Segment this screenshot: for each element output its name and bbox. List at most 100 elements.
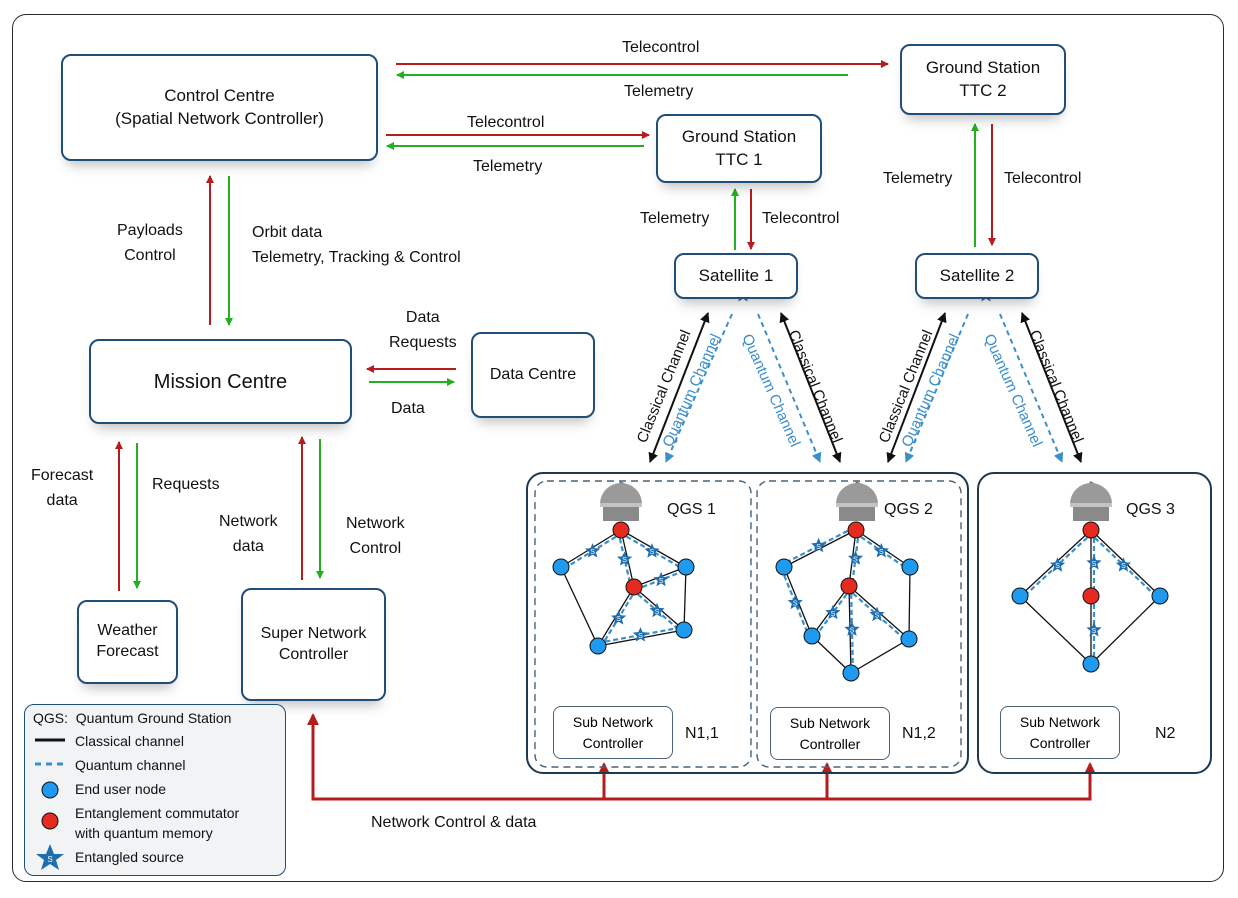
label-telecontrol-gs2: Telecontrol (622, 39, 700, 56)
mission-centre-box[interactable]: Mission Centre (89, 339, 352, 424)
ground-station-ttc1-box[interactable]: Ground Station TTC 1 (656, 114, 822, 183)
legend-commutator: Entanglement commutator with quantum mem… (75, 805, 240, 842)
dome-top (600, 483, 642, 504)
ground-station-ttc2-box[interactable]: Ground Station TTC 2 (900, 44, 1066, 115)
legend-end-user: End user node (75, 781, 167, 797)
entangled-source-glyph: S (879, 549, 884, 556)
dome-base (839, 507, 875, 521)
classical-link (850, 638, 910, 674)
end-user-node-icon (41, 781, 59, 799)
observatory-dome-icon (1070, 481, 1112, 521)
quantum-networks: S S S S S S S S S S S S S S S S S S (552, 481, 1169, 682)
commutator-node-icon (41, 812, 59, 830)
super-network-controller-label: Super Network Controller (260, 624, 367, 663)
legend-classical-line-icon (35, 738, 65, 742)
classical-link (908, 566, 911, 640)
subnet-id-n11: N1,1 (685, 725, 719, 742)
entangled-source-glyph: S (659, 578, 664, 585)
label-telecontrol-sat2: Telecontrol (1004, 170, 1082, 187)
svg-text:S: S (47, 855, 52, 864)
dome-top (836, 483, 878, 504)
dome-band (836, 503, 878, 507)
legend-classical: Classical channel (75, 733, 184, 749)
dome-top (1070, 483, 1112, 504)
super-network-controller-box[interactable]: Super Network Controller (241, 588, 386, 701)
end-user-node (1011, 587, 1029, 605)
data-centre-label: Data Centre (489, 365, 577, 383)
entangled-source-glyph: S (1055, 563, 1060, 570)
label-orbit-data: Orbit data Telemetry, Tracking & Control (252, 224, 461, 266)
satellite-2-box[interactable]: Satellite 2 (915, 253, 1039, 299)
classical-link (1019, 595, 1092, 665)
classical-link (1090, 595, 1161, 665)
label-requests: Requests (152, 476, 220, 493)
legend-source: Entangled source (75, 849, 184, 865)
control-centre-box[interactable]: Control Centre (Spatial Network Controll… (61, 54, 378, 161)
qgs-3-label: QGS 3 (1126, 501, 1175, 518)
label-network-control-data: Network Control & data (371, 814, 537, 831)
classical-link (683, 566, 687, 631)
observatory-dome-icon (836, 481, 878, 521)
dome-band (1070, 503, 1112, 507)
label-telecontrol-gs1: Telecontrol (467, 114, 545, 131)
commutator-node (1082, 587, 1100, 605)
sub-network-controller-n12[interactable]: Sub Network Controller (770, 707, 890, 760)
satellite-1-label: Satellite 1 (698, 265, 774, 285)
commutator-node (840, 577, 858, 595)
label-telecontrol-sat1: Telecontrol (762, 210, 840, 227)
end-user-node (1082, 655, 1100, 673)
label-telemetry-gs1: Telemetry (473, 158, 543, 175)
label-telemetry-sat1: Telemetry (640, 210, 710, 227)
satellite-1-box[interactable]: Satellite 1 (674, 253, 798, 299)
legend-qgs: QGS: Quantum Ground Station (33, 710, 232, 726)
label-data: Data (391, 400, 425, 417)
label-network-data: Network data (219, 513, 278, 555)
commutator-node (847, 521, 865, 539)
qgs-1-label: QGS 1 (667, 501, 716, 518)
sub-network-controller-n2[interactable]: Sub Network Controller (1000, 706, 1120, 759)
end-user-node (900, 630, 918, 648)
entangled-source-glyph: S (853, 556, 858, 563)
classical-link (560, 566, 599, 647)
dome-base (603, 507, 639, 521)
label-forecast-data: Forecast data (31, 467, 94, 509)
ground-station-ttc2-label: Ground Station TTC 2 (925, 58, 1041, 100)
entangled-source-glyph: S (793, 601, 798, 608)
sub-network-controller-n11[interactable]: Sub Network Controller (553, 706, 673, 759)
entangled-source-icon: S (36, 844, 64, 870)
legend-quantum-line-icon (35, 762, 65, 766)
subnet-id-n12: N1,2 (902, 725, 936, 742)
end-user-node (677, 558, 695, 576)
end-user-node (775, 558, 793, 576)
entangled-source-glyph: S (655, 609, 660, 616)
commutator-node (625, 578, 643, 596)
entangled-source-glyph: S (831, 611, 836, 618)
entangled-source-glyph: S (1092, 628, 1097, 635)
entangled-source-glyph: S (590, 549, 595, 556)
end-user-node (901, 558, 919, 576)
label-telemetry-sat2: Telemetry (883, 170, 953, 187)
entangled-source-glyph: S (816, 544, 821, 551)
entangled-source-glyph: S (850, 627, 855, 634)
label-payloads-control: Payloads Control (117, 222, 183, 264)
entangled-source-glyph: S (650, 549, 655, 556)
satellite-2-label: Satellite 2 (939, 265, 1015, 285)
end-user-node (803, 627, 821, 645)
weather-forecast-label: Weather Forecast (96, 622, 159, 660)
legend-quantum: Quantum channel (75, 757, 186, 773)
dome-base (1073, 507, 1109, 521)
qgs-2-label: QGS 2 (884, 501, 933, 518)
observatory-dome-icon (600, 481, 642, 521)
label-data-requests: Data Requests (389, 309, 457, 351)
end-user-node (552, 558, 570, 576)
commutator-node (1082, 521, 1100, 539)
data-centre-box[interactable]: Data Centre (471, 332, 595, 418)
label-telemetry-gs2: Telemetry (624, 83, 694, 100)
end-user-node (675, 621, 693, 639)
dome-band (600, 503, 642, 507)
control-centre-label: Control Centre (Spatial Network Controll… (115, 86, 324, 128)
weather-forecast-box[interactable]: Weather Forecast (77, 600, 178, 684)
entangled-source-glyph: S (622, 557, 627, 564)
entangled-source-glyph: S (875, 613, 880, 620)
entangled-source-glyph: S (616, 616, 621, 623)
